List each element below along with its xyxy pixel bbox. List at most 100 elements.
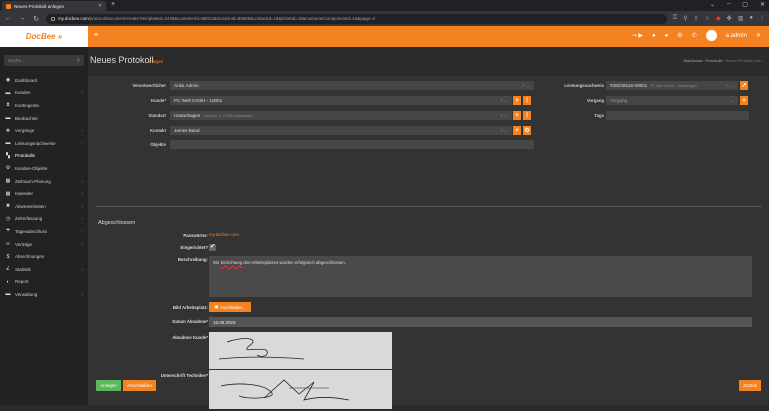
breadcrumb-protocols[interactable]: Protokolle [706,59,723,63]
date-input[interactable]: 16.06.2023 [209,317,752,327]
close-tab-icon[interactable]: ✕ [98,3,102,9]
customer-info-button[interactable]: ! [523,96,531,105]
task-add-button[interactable]: + [740,96,748,105]
address-bar[interactable]: my.docbee.com/protocolDocument/create?te… [46,13,667,24]
menu-toggle-icon[interactable]: ≡ [94,32,98,39]
clear-icon[interactable]: × ⌄ [726,83,734,89]
sidebar-item-label: Statistik [15,266,31,272]
reload-icon[interactable]: ↻ [32,15,40,23]
sidebar-search-input[interactable]: Suche... ⚲ [4,55,84,66]
sidebar-item-abrechnungen[interactable]: $ Abrechnungen [0,250,88,263]
contact-add-button[interactable]: + [513,126,521,135]
clear-icon[interactable]: × ⌄ [500,113,508,119]
forward-arrow-icon[interactable]: → [18,15,26,22]
billing-icon: $ [6,253,10,260]
objects-input[interactable] [170,140,534,149]
location-add-button[interactable]: + [513,111,521,120]
back-arrow-icon[interactable]: ← [4,15,12,22]
username[interactable]: a.admin [726,33,747,39]
objects-label: Objekte [150,142,166,147]
chevron-down-icon[interactable]: ⌄ [710,1,715,8]
sidebar-item-label: Verwaltung [15,291,38,297]
dashboard-icon: ◉ [5,77,11,84]
location-info-button[interactable]: ! [523,111,531,120]
sidebar-item-beobachter[interactable]: ▬ Beobachter [0,112,88,125]
sidebar-item-vorgänge[interactable]: ✥ Vorgänge ‹ [0,124,88,137]
sidebar-item-zeiterfassung[interactable]: ◷ Zeiterfassung ‹ [0,213,88,226]
zoom-icon[interactable]: ⚲ [683,15,687,22]
avatar[interactable] [705,30,717,41]
image-label: Bild Arbeitsplatz: [172,305,208,310]
sidebar-item-verträge[interactable]: ∞ Verträge ‹ [0,238,88,251]
proof-select[interactable]: #28230616-00001 PC Welt GmbH - Hadanhagen… [606,81,738,90]
upload-button[interactable]: ▣ Hochladen... [209,302,251,312]
browser-tab[interactable]: Neues Protokoll anlegen ✕ [2,1,106,11]
clear-icon[interactable]: × ⌄ [522,83,530,89]
complete-button[interactable]: Abschließen [123,380,156,391]
observer-icon: ▬ [5,115,11,122]
tags-label: Tags [594,113,604,118]
sidebar-item-label: Zeiterfassung [15,216,43,222]
share-icon[interactable]: ⇪ [694,15,699,22]
sidebar-item-kalender[interactable]: ▦ Kalender ‹ [0,187,88,200]
responsible-select[interactable]: Anka Admin × ⌄ [170,81,534,90]
search-icon[interactable]: ⚲ [77,58,80,64]
timer-icon[interactable]: ⇢ ▶ [632,32,643,39]
sidebar-item-label: Verträge [15,241,33,247]
kebab-menu-icon[interactable]: ⋮ [759,15,765,22]
proof-open-button[interactable]: ↗ [740,81,748,90]
sidebar-item-verwaltung[interactable]: ▬ Verwaltung ‹ [0,288,88,301]
tags-input[interactable] [606,111,749,120]
sidebar-item-kontingente[interactable]: ⧗ Kontingente [0,99,88,112]
chat-icon[interactable]: ● [652,33,656,39]
window-controls: ⌄ – ▢ ✕ [710,1,765,8]
maximize-icon[interactable]: ▢ [742,1,748,8]
sidebar-item-report[interactable]: ◐ Report [0,276,88,289]
back-button[interactable]: Zurück [739,380,761,391]
logo[interactable]: DocBee » [0,26,88,47]
sidebar-item-dashboard[interactable]: ◉ Dashboard [0,74,88,87]
tools-icon[interactable]: ✕ [756,32,761,39]
sidebar-item-zeitraum-planung[interactable]: ▦ Zeitraum-Planung ‹ [0,175,88,188]
star-icon[interactable]: ☆ [705,15,710,22]
key-icon[interactable]: ⚿ [673,15,678,22]
minimize-icon[interactable]: – [727,1,730,8]
technician-signature-pad[interactable] [209,370,392,409]
sidebar-item-label: Beobachter [15,115,39,121]
chevron-left-icon: ‹ [81,203,84,209]
sidebar-item-protokolle[interactable]: ▚ Protokolle [0,150,88,163]
profile-icon[interactable]: ● [749,15,753,22]
absences-icon: ✖ [5,203,11,210]
password-value[interactable]: my.docbee.com [209,232,239,237]
sidebar-item-kunden[interactable]: ▬ Kunden ‹ [0,87,88,100]
close-window-icon[interactable]: ✕ [760,1,765,8]
description-textarea[interactable]: Die Einrichtung des Arbeitsplatzes wurde… [209,256,752,297]
create-button[interactable]: Anlegen [96,380,121,391]
phone-icon[interactable]: ✆ [692,32,697,39]
location-select[interactable]: Hadanhagen Langestr. 2, 10780 Hadanhagen ×… [170,111,512,120]
breadcrumb-dashboard[interactable]: Dashboard [684,59,703,63]
sidebar-item-abwesenheiten[interactable]: ✖ Abwesenheiten ‹ [0,200,88,213]
installed-checkbox[interactable]: ✔ [209,244,216,251]
notifications-icon[interactable]: ● [665,33,669,39]
contact-info-button[interactable]: ⚙ [523,126,531,135]
extension-icon[interactable]: ◆ [716,15,721,22]
tasks-icon: ✥ [5,127,11,134]
sidebar-item-kunden-objekte[interactable]: ⚙ Kunden-Objekte [0,162,88,175]
sidebar-item-statistik[interactable]: ∠ Statistik ‹ [0,263,88,276]
contact-select[interactable]: James Band × ⌄ [170,126,512,135]
customer-signature-pad[interactable] [209,332,392,369]
clear-icon[interactable]: × ⌄ [500,98,508,104]
settings-icon[interactable]: ⚙ [677,32,682,39]
sidepanel-icon[interactable]: ▥ [738,15,744,22]
clear-icon[interactable]: × ⌄ [500,128,508,134]
customer-signature-drawing [218,338,305,360]
customer-select[interactable]: PC Welt GmbH - 10001 × ⌄ [170,96,512,105]
sidebar-item-leistungsnachweise[interactable]: ▬ Leistungsnachweise ‹ [0,137,88,150]
task-select[interactable]: Vorgang ⌄ [606,96,738,105]
chevron-down-icon[interactable]: ⌄ [730,98,734,104]
new-tab-icon[interactable]: + [111,1,115,8]
sidebar-item-tagesabschluss[interactable]: ☂ Tagesabschluss ‹ [0,225,88,238]
customer-add-button[interactable]: + [513,96,521,105]
puzzle-icon[interactable]: ✤ [727,15,732,22]
